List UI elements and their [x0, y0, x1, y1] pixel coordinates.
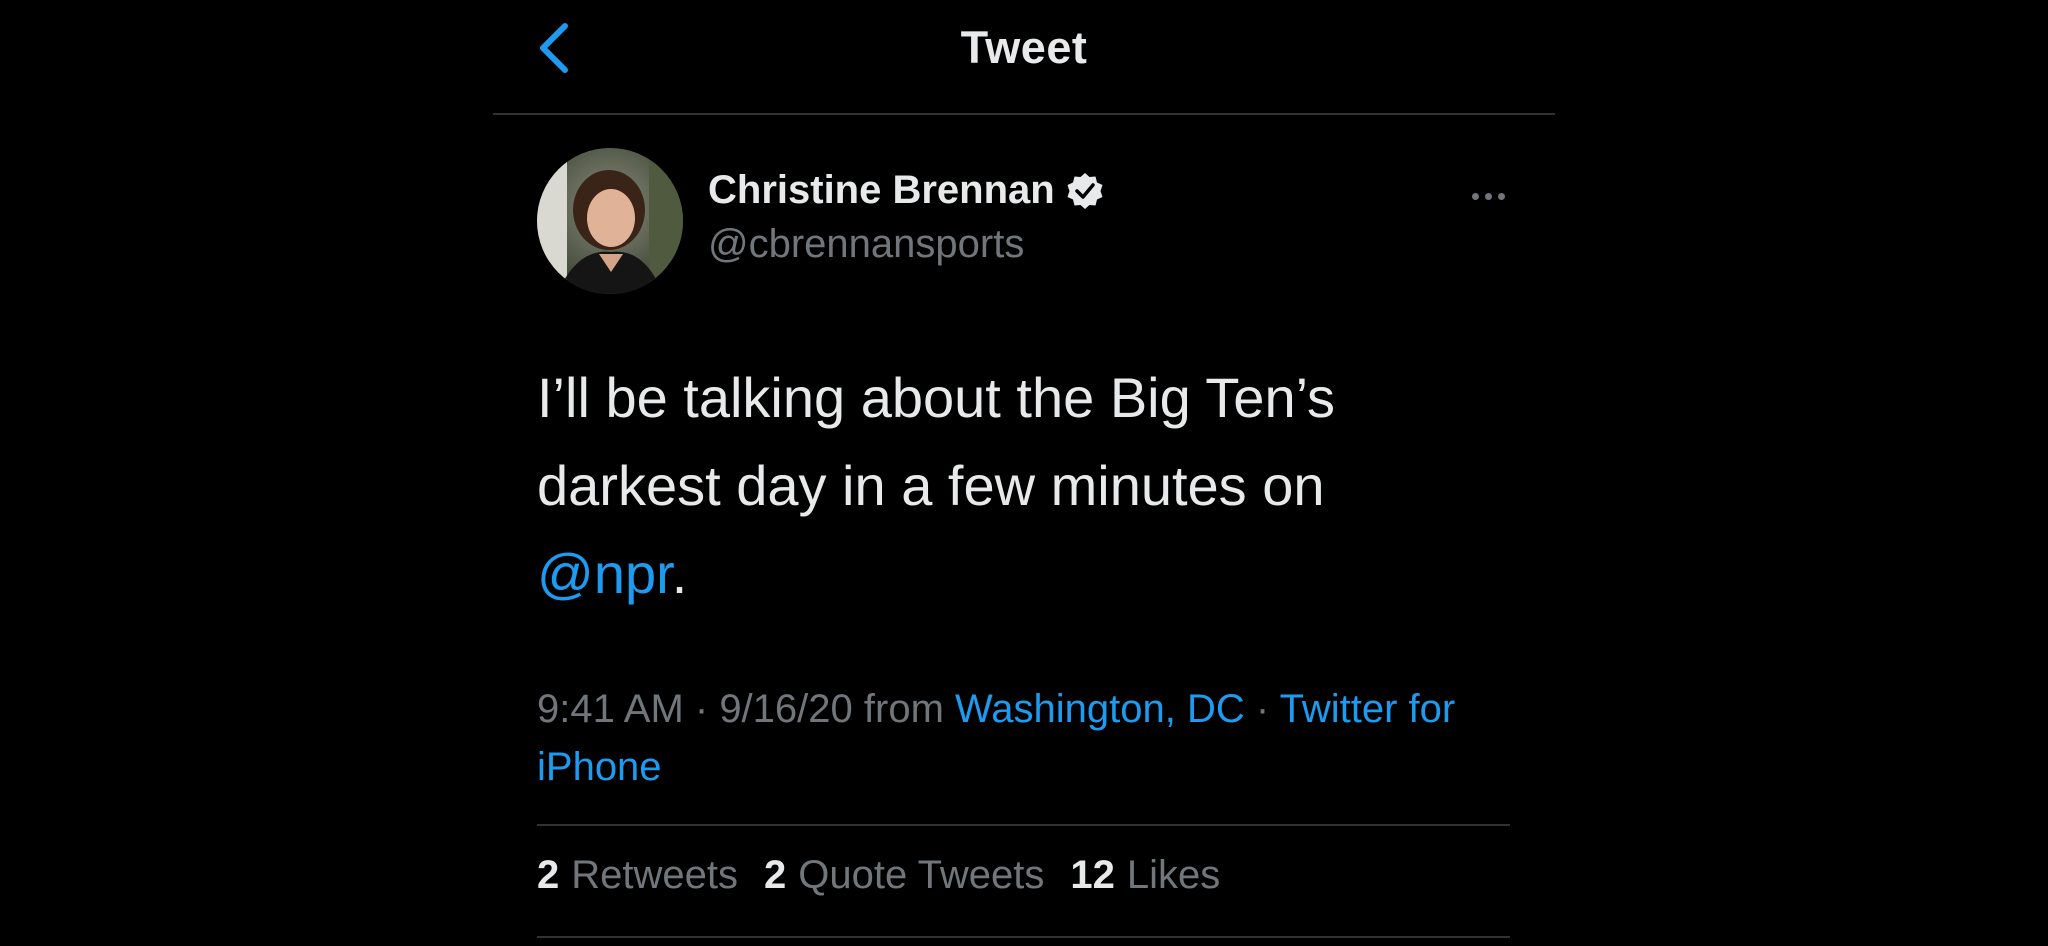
likes-stat[interactable]: 12 Likes	[1070, 853, 1220, 898]
tweet-text: I’ll be talking about the Big Ten’s dark…	[537, 354, 1517, 618]
tweet-time: 9:41 AM	[537, 687, 684, 731]
retweets-label: Retweets	[571, 853, 738, 897]
retweets-count: 2	[537, 853, 560, 897]
likes-count: 12	[1070, 853, 1115, 897]
quote-tweets-count: 2	[764, 853, 787, 897]
meta-separator: ·	[1244, 687, 1280, 731]
meta-separator: ·	[683, 687, 720, 731]
more-options-button[interactable]	[1460, 176, 1516, 216]
avatar[interactable]	[537, 148, 683, 294]
tweet-date: 9/16/20	[719, 687, 853, 731]
retweets-stat[interactable]: 2 Retweets	[537, 853, 738, 898]
page-title: Tweet	[960, 22, 1088, 73]
location-link[interactable]: Washington, DC	[955, 687, 1245, 731]
engagement-stats: 2 Retweets 2 Quote Tweets 12 Likes	[537, 853, 1220, 898]
quote-tweets-label: Quote Tweets	[798, 853, 1045, 897]
verified-badge-icon	[1065, 171, 1105, 211]
quote-tweets-stat[interactable]: 2 Quote Tweets	[764, 853, 1044, 898]
author-name[interactable]: Christine Brennan	[708, 168, 1055, 213]
author-handle[interactable]: @cbrennansports	[708, 222, 1024, 267]
divider	[537, 936, 1510, 938]
tweet-detail-screen: Tweet Christine Brennan @cbrennansports …	[0, 0, 2048, 946]
tweet-text-line: darkest day in a few minutes on	[537, 454, 1325, 517]
tweet-text-line: I’ll be talking about the Big Ten’s	[537, 366, 1336, 429]
more-icon	[1469, 187, 1508, 205]
divider	[537, 824, 1510, 826]
top-nav-bar: Tweet	[493, 0, 1555, 115]
author-name-row[interactable]: Christine Brennan	[708, 168, 1105, 213]
tweet-meta: 9:41 AM · 9/16/20 from Washington, DC · …	[537, 680, 1517, 796]
mention-link[interactable]: @npr	[537, 542, 672, 605]
likes-label: Likes	[1126, 853, 1221, 897]
tweet-text-trailing: .	[671, 542, 688, 605]
meta-from: from	[852, 687, 956, 731]
